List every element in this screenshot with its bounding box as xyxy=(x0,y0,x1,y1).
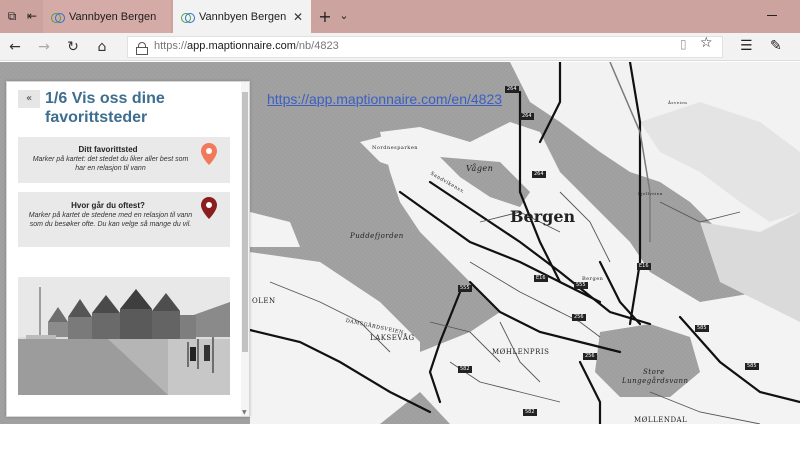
map-label-fjellveien: Fjellveien xyxy=(638,191,663,196)
site-favicon-icon xyxy=(181,11,195,23)
card-description: Marker på kartet: det stedet du liker al… xyxy=(32,156,189,172)
map-label-nordnesparken: Nordnesparken xyxy=(372,145,419,151)
map-label-vagen: Vågen xyxy=(466,164,494,173)
road-number-badge: 582 xyxy=(458,366,472,373)
map-marker-icon[interactable] xyxy=(200,196,218,220)
page-title: 1/6 Vis oss dine favorittsteder xyxy=(45,90,165,126)
tab-inactive[interactable]: Vannbyen Bergen xyxy=(43,0,171,33)
map-label-asveien: Åsveien xyxy=(668,100,688,105)
minimize-button[interactable] xyxy=(764,8,780,22)
map-label-mohlenpris: MØHLENPRIS xyxy=(492,348,550,356)
question-card-favorite[interactable]: Ditt favorittsted Marker på kartet: det … xyxy=(18,137,230,183)
map-marker-icon[interactable] xyxy=(200,142,218,166)
map-label-lungegardsvann: Lungegårdsvann xyxy=(622,377,689,385)
road-number-badge: 582 xyxy=(523,409,537,416)
back-button[interactable]: ← xyxy=(6,38,24,56)
home-button[interactable]: ⌂ xyxy=(93,38,111,56)
road-number-badge: 585 xyxy=(745,363,759,370)
address-bar[interactable]: https://app.maptionnaire.com/nb/4823 xyxy=(127,36,723,58)
road-number-badge: 256 xyxy=(572,314,586,321)
tab-active[interactable]: Vannbyen Bergen ✕ xyxy=(173,0,311,33)
road-number-badge: 256 xyxy=(583,353,597,360)
road-number-badge: 264 xyxy=(532,171,546,178)
question-card-frequent[interactable]: Hvor går du oftest? Marker på kartet de … xyxy=(18,192,230,247)
navigation-bar: ← → ↻ ⌂ https://app.maptionnaire.com/nb/… xyxy=(0,33,800,61)
reading-view-icon[interactable]: ▯ xyxy=(680,37,687,51)
new-tab-button[interactable]: + xyxy=(316,7,334,26)
overlay-url-link[interactable]: https://app.maptionnaire.com/en/4823 xyxy=(267,91,502,107)
tab-label: Vannbyen Bergen xyxy=(69,10,157,23)
web-note-icon[interactable]: ✎ xyxy=(770,38,782,54)
tab-preview-icon[interactable]: ⇤ xyxy=(24,8,40,24)
survey-panel: « 1/6 Vis oss dine favorittsteder Ditt f… xyxy=(6,81,250,417)
road-number-badge: E16 xyxy=(637,263,651,270)
card-title: Hvor går du oftest? xyxy=(71,201,145,210)
map-label-store: Store xyxy=(643,368,665,376)
close-tab-icon[interactable]: ✕ xyxy=(293,10,303,24)
lock-icon xyxy=(136,42,148,55)
map-label-bergen: Bergen xyxy=(510,207,576,226)
site-favicon-icon xyxy=(51,11,65,23)
tab-bar: ⧉ ⇤ Vannbyen Bergen Vannbyen Bergen ✕ + … xyxy=(0,0,800,33)
tab-menu-chevron-icon[interactable]: ⌄ xyxy=(336,9,352,22)
road-number-badge: 585 xyxy=(695,325,709,332)
hub-icon[interactable]: ☰ xyxy=(740,38,753,54)
road-number-badge: 555 xyxy=(574,282,588,289)
road-number-badge: 264 xyxy=(520,113,534,120)
map-label-mollendal: MØLLENDAL xyxy=(634,416,688,424)
road-number-badge: 264 xyxy=(505,86,519,93)
road-number-badge: E16 xyxy=(534,275,548,282)
tab-set-aside-icon[interactable]: ⧉ xyxy=(4,8,20,24)
map-label-puddefjorden: Puddefjorden xyxy=(350,232,404,240)
map-label-olen: OLEN xyxy=(252,297,276,305)
refresh-button[interactable]: ↻ xyxy=(64,38,82,56)
road-number-badge: 555 xyxy=(458,285,472,292)
scrollbar-thumb[interactable] xyxy=(242,92,248,352)
forward-button[interactable]: → xyxy=(35,38,53,56)
scroll-down-arrow-icon[interactable]: ▼ xyxy=(242,409,247,416)
map-label-laksevag: LAKSEVÅG xyxy=(370,334,415,342)
harbour-photo xyxy=(18,277,230,395)
card-description: Marker på kartet de stedene med en relas… xyxy=(28,212,193,228)
favorite-star-icon[interactable]: ☆ xyxy=(700,35,713,51)
tab-label: Vannbyen Bergen xyxy=(199,10,287,23)
card-title: Ditt favorittsted xyxy=(78,145,138,154)
panel-scrollbar[interactable]: ▼ xyxy=(241,82,249,416)
url-text[interactable]: https://app.maptionnaire.com/nb/4823 xyxy=(154,40,339,52)
collapse-panel-button[interactable]: « xyxy=(18,90,40,108)
